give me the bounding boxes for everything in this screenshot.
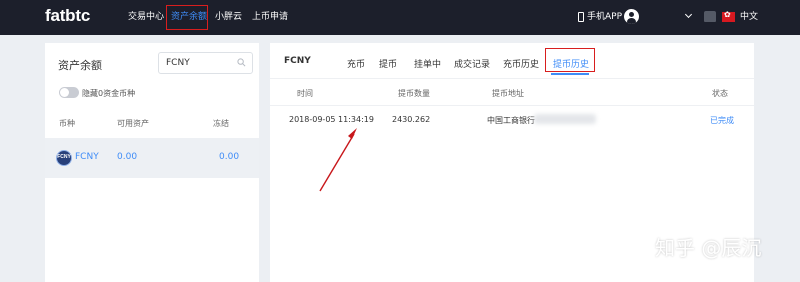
tab-deposit[interactable]: 充币 <box>347 57 365 70</box>
column-header-coin: 币种 <box>59 119 75 128</box>
asset-name: FCNY <box>75 152 99 162</box>
phone-icon <box>578 12 584 22</box>
highlight-box-tab <box>545 48 595 72</box>
active-tab-underline <box>551 73 589 75</box>
nav-trading-center[interactable]: 交易中心 <box>128 12 164 23</box>
nav-xiaopang-cloud[interactable]: 小胖云 <box>215 12 242 23</box>
divider <box>270 105 754 106</box>
user-avatar-icon[interactable] <box>624 9 639 24</box>
currency-title: FCNY <box>284 56 311 66</box>
row-amount: 2430.262 <box>392 115 431 124</box>
tab-open-orders[interactable]: 挂单中 <box>414 57 441 70</box>
column-header-available: 可用资产 <box>117 119 149 128</box>
nav-coin-listing[interactable]: 上币申请 <box>252 12 288 23</box>
hide-zero-label: 隐藏0资金币种 <box>82 89 136 98</box>
panel-title: 资产余额 <box>58 59 102 72</box>
tab-withdraw[interactable]: 提币 <box>379 57 397 70</box>
annotation-arrow <box>319 128 357 192</box>
coin-search-input[interactable]: FCNY <box>158 52 253 74</box>
asset-frozen: 0.00 <box>219 152 240 162</box>
toggle-knob <box>60 88 69 97</box>
column-header-frozen: 冻结 <box>213 119 229 128</box>
row-address: 中国工商银行 <box>487 116 535 125</box>
nav-mobile-app[interactable]: 手机APP <box>587 12 622 23</box>
asset-balance-panel: 资产余额 FCNY 隐藏0资金币种 币种 可用资产 冻结 FCNY FCNY 0… <box>45 43 259 282</box>
tab-trade-records[interactable]: 成交记录 <box>454 57 490 70</box>
watermark: 知乎 @辰沉 <box>655 236 762 260</box>
fcny-coin-icon: FCNY <box>56 150 72 166</box>
search-icon[interactable] <box>237 58 246 67</box>
column-header-status: 状态 <box>712 89 728 98</box>
asset-available: 0.00 <box>117 152 138 162</box>
column-header-amount: 提币数量 <box>398 89 430 98</box>
brand-logo[interactable]: fatbtc <box>45 6 90 26</box>
language-selector[interactable]: 中文 <box>740 12 758 23</box>
hong-kong-flag-icon[interactable] <box>722 10 735 22</box>
blurred-address <box>534 114 596 124</box>
hide-zero-toggle[interactable] <box>59 87 79 98</box>
row-status: 已完成 <box>710 116 734 125</box>
chevron-down-icon[interactable] <box>684 10 693 19</box>
theme-shirt-icon[interactable] <box>704 11 716 22</box>
row-time: 2018-09-05 11:34:19 <box>289 115 374 124</box>
top-navbar: fatbtc 交易中心 资产余额 小胖云 上币申请 手机APP 中文 <box>0 0 800 35</box>
divider <box>270 78 754 79</box>
column-header-address: 提币地址 <box>492 89 524 98</box>
search-input-value[interactable]: FCNY <box>166 58 190 68</box>
asset-row-fcny[interactable]: FCNY FCNY 0.00 0.00 <box>45 138 259 178</box>
highlight-box-nav <box>166 5 208 30</box>
column-header-time: 时间 <box>297 89 313 98</box>
tab-deposit-history[interactable]: 充币历史 <box>503 57 539 70</box>
